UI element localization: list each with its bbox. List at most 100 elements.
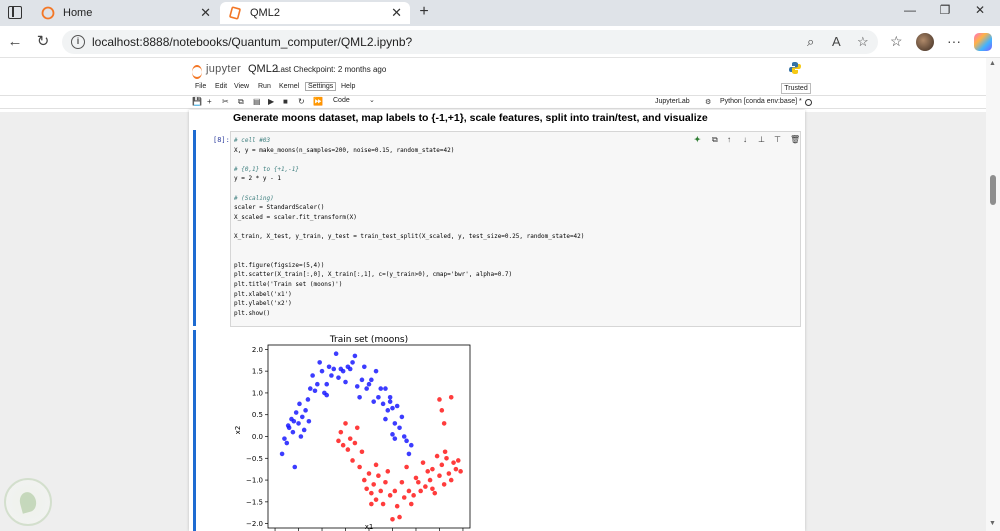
markdown-heading: Generate moons dataset, map labels to {-… — [233, 112, 708, 124]
blue-point — [387, 394, 393, 400]
address-bar[interactable]: i localhost:8888/notebooks/Quantum_compu… — [62, 30, 878, 54]
red-point — [427, 477, 433, 483]
window-close-icon[interactable]: ✕ — [965, 3, 995, 17]
menu-file[interactable]: File — [195, 83, 206, 90]
red-point — [376, 473, 381, 479]
jupyter-logo[interactable]: jupyter — [192, 62, 241, 79]
move-up-icon[interactable]: ↑ — [727, 135, 731, 144]
kernel-status[interactable]: Python [conda env:base] * — [720, 98, 802, 105]
profile-avatar[interactable] — [916, 33, 934, 51]
blue-point — [343, 379, 348, 385]
blue-point — [333, 351, 339, 357]
move-down-icon[interactable]: ↓ — [743, 135, 747, 144]
menu-view[interactable]: View — [234, 83, 249, 90]
close-icon[interactable]: ✕ — [200, 5, 211, 21]
insert-above-icon[interactable]: ⊥ — [758, 135, 765, 144]
blue-point — [331, 366, 337, 372]
jupyterlab-link[interactable]: JupyterLab — [655, 98, 690, 105]
favorite-star-icon[interactable]: ☆ — [857, 34, 869, 50]
blue-point — [303, 408, 308, 413]
restore-icon[interactable]: ❐ — [930, 3, 960, 17]
blue-point — [352, 353, 358, 359]
tab-qml2[interactable]: QML2 ✕ — [220, 2, 410, 24]
blue-point — [383, 386, 388, 391]
red-point — [397, 514, 402, 520]
tab-label: QML2 — [250, 7, 280, 19]
url-text[interactable]: localhost:8888/notebooks/Quantum_compute… — [92, 35, 412, 49]
red-point — [458, 469, 463, 474]
back-arrow-icon[interactable]: ← — [5, 32, 25, 52]
menu-run[interactable]: Run — [258, 83, 271, 90]
code-line: plt.title('Train set (moons)') — [234, 280, 343, 288]
menu-kernel[interactable]: Kernel — [279, 83, 299, 90]
blue-point — [305, 397, 311, 402]
cell-selection-bar[interactable] — [193, 130, 196, 326]
save-icon[interactable]: 💾 — [192, 97, 202, 106]
checkpoint-status: Last Checkpoint: 2 months ago — [276, 65, 387, 74]
fast-forward-icon[interactable]: ⏩ — [313, 97, 323, 106]
y-axis-label: x2 — [234, 426, 242, 435]
tab-home[interactable]: Home ✕ — [33, 2, 219, 24]
scroll-thumb[interactable] — [990, 175, 996, 205]
red-point — [430, 486, 435, 492]
close-icon[interactable]: ✕ — [391, 5, 402, 21]
zoom-icon[interactable]: ⌕ — [807, 34, 814, 50]
minimize-icon[interactable]: — — [895, 3, 925, 17]
chevron-down-icon[interactable]: ⌄ — [369, 96, 375, 104]
page-scrollbar[interactable]: ▲ ▼ — [986, 58, 1000, 531]
duplicate-icon[interactable]: ⧉ — [712, 135, 718, 145]
delete-icon[interactable]: 🗑 — [790, 135, 800, 144]
menu-settings[interactable]: Settings — [305, 82, 337, 91]
paste-icon[interactable]: ▤ — [253, 97, 261, 106]
red-point — [352, 440, 358, 446]
code-line: # (Scaling) — [234, 194, 274, 202]
copy-icon[interactable]: ⧉ — [238, 97, 244, 107]
blue-point — [315, 381, 320, 387]
output-selection-bar[interactable] — [193, 330, 196, 531]
copilot-icon[interactable] — [974, 33, 992, 51]
add-cell-icon[interactable]: + — [207, 97, 212, 106]
menu-bar: File Edit View Run Kernel Settings Help — [191, 82, 811, 94]
read-aloud-icon[interactable]: A — [832, 34, 841, 49]
scroll-up-icon[interactable]: ▲ — [989, 60, 996, 67]
red-point — [418, 488, 423, 494]
gear-icon[interactable]: ⚙ — [705, 98, 711, 106]
red-point — [385, 469, 391, 474]
y-tick-label: 1.5 — [252, 368, 263, 376]
red-point — [411, 493, 416, 498]
insert-below-icon[interactable]: ⊤ — [774, 135, 781, 144]
run-icon[interactable]: ▶ — [268, 97, 274, 106]
new-tab-icon[interactable]: + — [414, 2, 434, 22]
code-line: # {0,1} to {+1,-1} — [234, 165, 300, 173]
red-point — [442, 449, 448, 455]
browser-window: Home ✕ QML2 ✕ + — ❐ ✕ ← ↻ i localhost:88… — [0, 0, 1000, 531]
blue-point — [394, 403, 400, 409]
blue-point — [401, 434, 407, 439]
favorites-icon[interactable]: ☆ — [890, 33, 903, 50]
scroll-down-icon[interactable]: ▼ — [989, 520, 996, 527]
reload-icon[interactable]: ↻ — [33, 32, 53, 52]
sidebar-toggle-icon[interactable] — [8, 6, 22, 19]
y-tick-label: −1.0 — [246, 477, 263, 485]
stop-icon[interactable]: ■ — [283, 97, 288, 106]
site-info-icon[interactable]: i — [71, 35, 85, 49]
blue-point — [366, 381, 372, 387]
blue-point — [408, 442, 414, 448]
code-line: scaler = StandardScaler() — [234, 204, 325, 212]
notebook-title[interactable]: QML2 — [248, 63, 278, 75]
add-assistant-icon[interactable]: ✦ — [694, 135, 701, 144]
red-point — [338, 429, 344, 435]
cut-icon[interactable]: ✂ — [222, 97, 229, 106]
blue-point — [291, 418, 297, 424]
menu-help[interactable]: Help — [341, 83, 355, 90]
more-options-icon[interactable]: ··· — [947, 33, 961, 49]
red-point — [420, 460, 426, 465]
cell-type-select[interactable]: Code — [333, 97, 350, 104]
blue-point — [345, 364, 351, 370]
restart-icon[interactable]: ↻ — [298, 97, 305, 106]
cell-prompt: [8]: — [213, 136, 230, 144]
code-block[interactable]: # cell #03 X, y = make_moons(n_samples=20… — [234, 136, 584, 318]
menu-edit[interactable]: Edit — [215, 83, 227, 90]
